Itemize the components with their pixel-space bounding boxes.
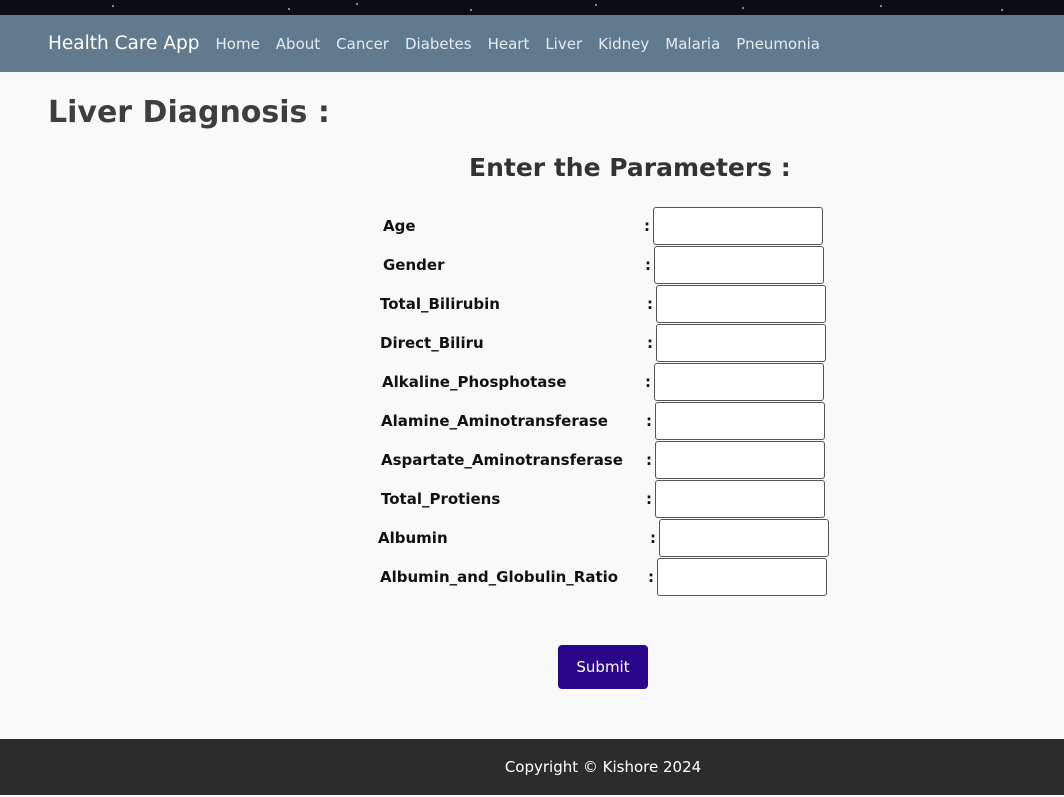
field-colon: : — [646, 490, 652, 508]
submit-button[interactable]: Submit — [558, 645, 648, 689]
direct-biliru-input[interactable] — [656, 324, 826, 362]
age-input[interactable] — [653, 207, 823, 245]
nav-link-home[interactable]: Home — [216, 35, 260, 53]
albumin-input[interactable] — [659, 519, 829, 557]
field-colon: : — [647, 295, 653, 313]
field-label-total-bilirubin: Total_Bilirubin — [380, 295, 500, 313]
total-bilirubin-input[interactable] — [656, 285, 826, 323]
gender-input[interactable] — [654, 246, 824, 284]
nav-link-pneumonia[interactable]: Pneumonia — [736, 35, 820, 53]
field-colon: : — [648, 568, 654, 586]
field-label-gender: Gender — [383, 256, 445, 274]
nav-link-cancer[interactable]: Cancer — [336, 35, 389, 53]
nav-link-about[interactable]: About — [276, 35, 320, 53]
field-colon: : — [645, 373, 651, 391]
field-label-age: Age — [383, 217, 416, 235]
field-colon: : — [644, 217, 650, 235]
field-label-aspartate-aminotransferase: Aspartate_Aminotransferase — [381, 451, 623, 469]
field-colon: : — [647, 334, 653, 352]
field-label-alkaline-phosphotase: Alkaline_Phosphotase — [382, 373, 567, 391]
alamine-aminotransferase-input[interactable] — [655, 402, 825, 440]
nav-link-malaria[interactable]: Malaria — [665, 35, 720, 53]
alkaline-phosphotase-input[interactable] — [654, 363, 824, 401]
field-label-total-protiens: Total_Protiens — [381, 490, 501, 508]
field-colon: : — [646, 451, 652, 469]
navbar: Health Care App Home About Cancer Diabet… — [0, 15, 1064, 72]
brand-link[interactable]: Health Care App — [48, 33, 200, 54]
field-colon: : — [646, 412, 652, 430]
nav-links: Home About Cancer Diabetes Heart Liver K… — [216, 35, 836, 53]
field-label-albumin: Albumin — [378, 529, 448, 547]
form-title: Enter the Parameters : — [469, 153, 791, 182]
field-colon: : — [645, 256, 651, 274]
total-protiens-input[interactable] — [655, 480, 825, 518]
header-starfield-strip — [0, 0, 1064, 15]
field-label-direct-biliru: Direct_Biliru — [380, 334, 484, 352]
albumin-globulin-ratio-input[interactable] — [657, 558, 827, 596]
field-label-alamine-aminotransferase: Alamine_Aminotransferase — [381, 412, 608, 430]
aspartate-aminotransferase-input[interactable] — [655, 441, 825, 479]
nav-link-liver[interactable]: Liver — [545, 35, 582, 53]
nav-link-diabetes[interactable]: Diabetes — [405, 35, 472, 53]
field-label-albumin-globulin-ratio: Albumin_and_Globulin_Ratio — [380, 568, 619, 586]
footer-copyright: Copyright © Kishore 2024 — [504, 758, 702, 776]
page-title: Liver Diagnosis : — [48, 95, 330, 130]
field-colon: : — [650, 529, 656, 547]
footer: Copyright © Kishore 2024 — [0, 739, 1064, 795]
nav-link-heart[interactable]: Heart — [488, 35, 530, 53]
nav-link-kidney[interactable]: Kidney — [598, 35, 649, 53]
